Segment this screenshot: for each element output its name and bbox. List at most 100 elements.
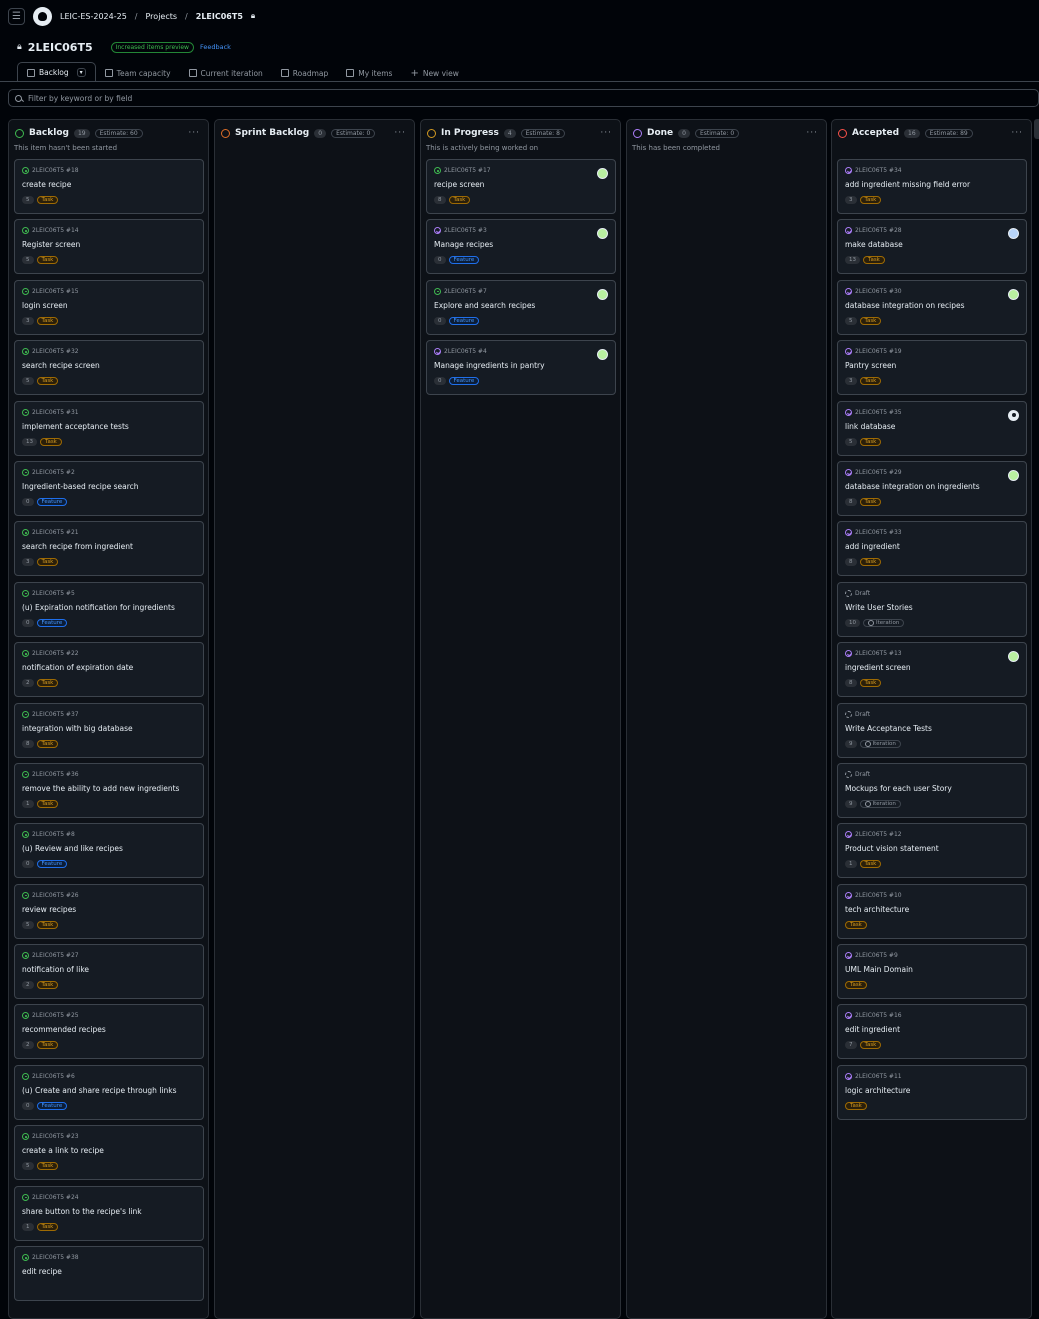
- more-options-icon[interactable]: ···: [394, 128, 406, 138]
- card-title[interactable]: recommended recipes: [22, 1025, 197, 1035]
- card-item[interactable]: 2LEIC06T5 #13 ingredient screen 8 Task: [837, 642, 1027, 698]
- card-title[interactable]: recipe screen: [434, 180, 609, 190]
- card-item[interactable]: 2LEIC06T5 #28 make database 13 Task: [837, 219, 1027, 275]
- add-column-edge[interactable]: [1034, 119, 1039, 139]
- card-item[interactable]: 2LEIC06T5 #2 Ingredient-based recipe sear…: [14, 460, 204, 516]
- card-title[interactable]: ingredient screen: [845, 663, 1020, 673]
- card-item[interactable]: 2LEIC06T5 #6 (u) Create and share recipe …: [14, 1064, 204, 1120]
- card-title[interactable]: login screen: [22, 301, 197, 311]
- avatar[interactable]: [597, 349, 608, 361]
- tab-current-iteration[interactable]: Current iteration: [180, 64, 272, 82]
- card-title[interactable]: create recipe: [22, 180, 197, 190]
- card-item[interactable]: 2LEIC06T5 #16 edit ingredient 7 Task: [837, 1004, 1027, 1060]
- card-item[interactable]: 2LEIC06T5 #14 Register screen 5 Task: [14, 219, 204, 275]
- card-item[interactable]: 2LEIC06T5 #32 search recipe screen 5 Task: [14, 340, 204, 396]
- menu-icon[interactable]: ☰: [8, 7, 25, 25]
- card-item[interactable]: 2LEIC06T5 #29 database integration on ing…: [837, 460, 1027, 516]
- avatar[interactable]: [1008, 409, 1019, 421]
- avatar[interactable]: [597, 168, 608, 179]
- tab-roadmap[interactable]: Roadmap: [272, 64, 337, 82]
- card-title[interactable]: create a link to recipe: [22, 1146, 197, 1156]
- card-item[interactable]: 2LEIC06T5 #7 Explore and search recipes 0 F…: [426, 279, 616, 335]
- card-title[interactable]: logic architecture: [845, 1086, 1020, 1096]
- chevron-down-icon[interactable]: ▾: [76, 68, 86, 77]
- tab-new-view[interactable]: + New view: [401, 64, 467, 82]
- card-title[interactable]: (u) Review and like recipes: [22, 844, 197, 854]
- card-item[interactable]: 2LEIC06T5 #9 UML Main Domain Task: [837, 944, 1027, 1000]
- card-title[interactable]: search recipe from ingredient: [22, 542, 197, 552]
- card-title[interactable]: share button to the recipe's link: [22, 1207, 197, 1217]
- more-options-icon[interactable]: ···: [188, 128, 200, 138]
- card-item[interactable]: 2LEIC06T5 #33 add ingredient 8 Task: [837, 521, 1027, 577]
- tab-backlog[interactable]: Backlog ▾: [17, 62, 96, 82]
- card-item[interactable]: 2LEIC06T5 #36 remove the ability to add n…: [14, 762, 204, 818]
- breadcrumb-projects[interactable]: Projects: [146, 12, 178, 21]
- card-item[interactable]: 2LEIC06T5 #17 recipe screen 8 Task: [426, 159, 616, 214]
- card-title[interactable]: add ingredient missing field error: [845, 180, 1020, 190]
- card-title[interactable]: review recipes: [22, 905, 197, 915]
- card-item[interactable]: 2LEIC06T5 #38 edit recipe: [14, 1246, 204, 1302]
- card-title[interactable]: search recipe screen: [22, 361, 197, 371]
- card-title[interactable]: (u) Expiration notification for ingredie…: [22, 603, 197, 613]
- tab-my-items[interactable]: My items: [337, 64, 401, 82]
- avatar[interactable]: [1008, 469, 1019, 481]
- card-title[interactable]: notification of like: [22, 965, 197, 975]
- card-item[interactable]: 2LEIC06T5 #26 review recipes 5 Task: [14, 883, 204, 939]
- card-item[interactable]: 2LEIC06T5 #30 database integration on rec…: [837, 279, 1027, 335]
- card-item[interactable]: Draft Mockups for each user Story 9 Iterati…: [837, 762, 1027, 818]
- card-item[interactable]: 2LEIC06T5 #11 logic architecture Task: [837, 1064, 1027, 1120]
- card-item[interactable]: 2LEIC06T5 #3 Manage recipes 0 Feature: [426, 219, 616, 275]
- more-options-icon[interactable]: ···: [600, 128, 612, 138]
- card-item[interactable]: 2LEIC06T5 #15 login screen 3 Task: [14, 279, 204, 335]
- card-title[interactable]: make database: [845, 240, 1020, 250]
- card-title[interactable]: (u) Create and share recipe through link…: [22, 1086, 197, 1096]
- card-title[interactable]: notification of expiration date: [22, 663, 197, 673]
- card-item[interactable]: 2LEIC06T5 #19 Pantry screen 3 Task: [837, 340, 1027, 396]
- feedback-link[interactable]: Feedback: [200, 43, 231, 51]
- card-item[interactable]: 2LEIC06T5 #24 share button to the recipe'…: [14, 1185, 204, 1241]
- more-options-icon[interactable]: ···: [806, 128, 818, 138]
- card-title[interactable]: tech architecture: [845, 905, 1020, 915]
- card-title[interactable]: Manage recipes: [434, 240, 609, 250]
- card-title[interactable]: integration with big database: [22, 724, 197, 734]
- card-title[interactable]: UML Main Domain: [845, 965, 1020, 975]
- card-item[interactable]: 2LEIC06T5 #21 search recipe from ingredie…: [14, 521, 204, 577]
- card-title[interactable]: add ingredient: [845, 542, 1020, 552]
- card-title[interactable]: Mockups for each user Story: [845, 784, 1020, 794]
- card-item[interactable]: 2LEIC06T5 #8 (u) Review and like recipes 0…: [14, 823, 204, 879]
- avatar[interactable]: [597, 288, 608, 300]
- card-title[interactable]: Product vision statement: [845, 844, 1020, 854]
- avatar[interactable]: [1008, 651, 1019, 663]
- card-item[interactable]: 2LEIC06T5 #34 add ingredient missing fiel…: [837, 159, 1027, 214]
- card-title[interactable]: edit ingredient: [845, 1025, 1020, 1035]
- card-title[interactable]: remove the ability to add new ingredient…: [22, 784, 197, 794]
- card-item[interactable]: 2LEIC06T5 #12 Product vision statement 1 Ta…: [837, 823, 1027, 879]
- card-item[interactable]: 2LEIC06T5 #27 notification of like 2 Task: [14, 944, 204, 1000]
- filter-input[interactable]: Filter by keyword or by field: [8, 89, 1039, 107]
- card-item[interactable]: 2LEIC06T5 #5 (u) Expiration notification …: [14, 581, 204, 637]
- card-item[interactable]: 2LEIC06T5 #18 create recipe 5 Task: [14, 159, 204, 214]
- card-title[interactable]: link database: [845, 422, 1020, 432]
- card-item[interactable]: 2LEIC06T5 #23 create a link to recipe 5 Tas…: [14, 1125, 204, 1181]
- card-title[interactable]: Manage ingredients in pantry: [434, 361, 609, 371]
- card-item[interactable]: 2LEIC06T5 #10 tech architecture Task: [837, 883, 1027, 939]
- card-title[interactable]: Pantry screen: [845, 361, 1020, 371]
- card-item[interactable]: Draft Write User Stories 10 Iteration: [837, 581, 1027, 637]
- avatar[interactable]: [597, 228, 608, 240]
- avatar[interactable]: [1008, 228, 1019, 240]
- card-title[interactable]: Register screen: [22, 240, 197, 250]
- github-logo-icon[interactable]: [33, 6, 52, 26]
- avatar[interactable]: [1008, 288, 1019, 300]
- card-item[interactable]: 2LEIC06T5 #25 recommended recipes 2 Task: [14, 1004, 204, 1060]
- more-options-icon[interactable]: ···: [1011, 128, 1023, 138]
- card-item[interactable]: 2LEIC06T5 #35 link database 5 Task: [837, 400, 1027, 456]
- card-item[interactable]: 2LEIC06T5 #31 implement acceptance tests 1…: [14, 400, 204, 456]
- card-title[interactable]: database integration on recipes: [845, 301, 1020, 311]
- card-title[interactable]: Write Acceptance Tests: [845, 724, 1020, 734]
- card-title[interactable]: edit recipe: [22, 1267, 197, 1277]
- breadcrumb-project[interactable]: 2LEIC06T5: [196, 12, 243, 21]
- card-title[interactable]: Explore and search recipes: [434, 301, 609, 311]
- tab-team-capacity[interactable]: Team capacity: [96, 64, 180, 82]
- card-item[interactable]: 2LEIC06T5 #37 integration with big databa…: [14, 702, 204, 758]
- card-title[interactable]: implement acceptance tests: [22, 422, 197, 432]
